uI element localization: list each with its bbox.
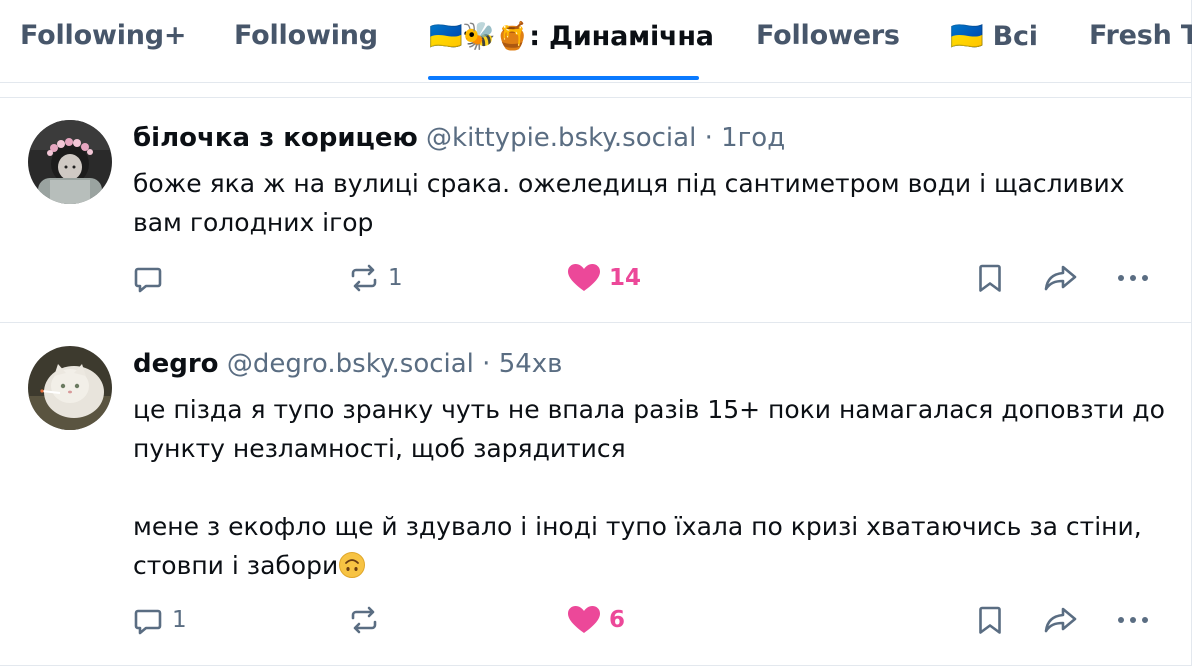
tab-following[interactable]: Following [234,20,378,51]
repost-button[interactable] [348,600,388,640]
feed-tabs: Following+ Following 🇺🇦🐝🍯: Динамічна Fol… [0,0,1192,83]
more-options-button[interactable] [1115,600,1151,640]
author-name[interactable]: білочка з корицею [133,123,418,153]
tab-following-plus[interactable]: Following+ [20,20,187,51]
bookmark-icon [979,606,1001,634]
separator: · [482,349,491,379]
more-icon [1118,617,1148,623]
repost-button[interactable]: 1 [348,258,403,298]
reply-icon [134,267,162,293]
heart-icon [568,606,600,633]
avatar[interactable] [28,346,112,430]
avatar[interactable] [28,120,112,204]
post-time[interactable]: 1год [721,123,785,153]
post-actions: 1 14 [0,258,1192,298]
post[interactable]: білочка з корицею @kittypie.bsky.social … [0,98,1192,323]
heart-icon [568,264,600,291]
repost-icon [351,264,377,292]
reply-icon [134,609,162,635]
post-text: боже яка ж на вулиці срака. ожеледиця пі… [133,169,1133,237]
tab-fresh[interactable]: Fresh T [1089,20,1192,51]
author-handle[interactable]: @degro.bsky.social [227,349,474,379]
post-text: це пізда я тупо зранку чуть не впала раз… [133,390,1173,590]
repost-icon [351,606,377,634]
tab-followers[interactable]: Followers [756,20,900,51]
avatar-white-cat-icon [28,346,112,430]
post-time[interactable]: 54хв [499,349,563,379]
like-count: 14 [609,265,642,291]
author-name[interactable]: degro [133,349,219,379]
like-button[interactable]: 6 [567,600,625,640]
share-icon [1044,607,1077,633]
post-text-paragraph-1: це пізда я тупо зранку чуть не впала раз… [133,395,1173,463]
more-options-button[interactable] [1115,258,1151,298]
active-tab-indicator [428,76,699,80]
reply-button[interactable]: 1 [132,600,187,640]
bookmark-button[interactable] [975,258,1005,298]
separator: · [704,123,713,153]
tab-all[interactable]: 🇺🇦 Всі [950,20,1038,52]
share-button[interactable] [1043,258,1079,298]
author-handle[interactable]: @kittypie.bsky.social [426,123,696,153]
post-header: degro @degro.bsky.social · 54хв [133,347,563,381]
reply-count: 1 [172,607,187,633]
post-header: білочка з корицею @kittypie.bsky.social … [133,121,785,155]
post-actions: 1 6 [0,600,1192,640]
more-icon [1118,275,1148,281]
share-button[interactable] [1043,600,1079,640]
upside-down-face-emoji-icon [338,551,366,590]
avatar-flower-crown-icon [28,120,112,204]
bookmark-button[interactable] [975,600,1005,640]
share-icon [1044,265,1077,291]
post[interactable]: degro @degro.bsky.social · 54хв це пізда… [0,324,1192,666]
feed-frame: Following+ Following 🇺🇦🐝🍯: Динамічна Fol… [0,0,1192,666]
repost-count: 1 [388,265,403,291]
like-button[interactable]: 14 [567,258,641,298]
bookmark-icon [979,264,1001,292]
post-text-paragraph-2: мене з екофло ще й здувало і іноді тупо … [133,512,1150,580]
tab-dynamic[interactable]: 🇺🇦🐝🍯: Динамічна [429,20,714,52]
like-count: 6 [609,607,626,633]
reply-button[interactable] [132,258,172,298]
